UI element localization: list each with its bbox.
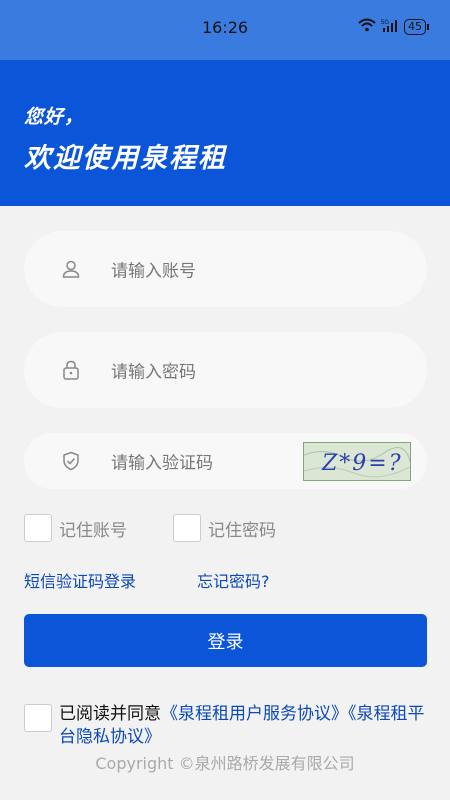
login-button[interactable]: 登录 [24, 614, 427, 667]
forgot-password-link[interactable]: 忘记密码? [197, 568, 270, 592]
header-banner: 您好， 欢迎使用泉程租 [0, 60, 450, 206]
remember-password-label: 记住密码 [208, 521, 276, 541]
sms-login-link[interactable]: 短信验证码登录 [24, 568, 136, 592]
remember-account-checkbox[interactable] [24, 514, 52, 542]
account-input-placeholder: 请输入账号 [111, 261, 196, 282]
captcha-field[interactable]: 请输入验证码 Z*9=? [24, 433, 427, 489]
battery-icon: 45 [404, 18, 429, 35]
copyright-footer: Copyright ©泉州路桥发展有限公司 [95, 754, 355, 773]
user-icon [61, 259, 81, 279]
agreement-checkbox[interactable] [24, 704, 52, 732]
shield-check-icon [61, 451, 81, 471]
greeting-text: 您好， [24, 106, 85, 128]
wifi-icon [358, 17, 376, 36]
welcome-title: 欢迎使用泉程租 [24, 143, 227, 174]
password-field[interactable]: 请输入密码 [24, 332, 427, 408]
captcha-input-placeholder: 请输入验证码 [111, 453, 213, 474]
password-input-placeholder: 请输入密码 [111, 362, 196, 383]
agreement-prefix: 已阅读并同意 [59, 704, 161, 724]
captcha-text: Z*9=? [321, 451, 403, 476]
signal-5g-icon: 5G [381, 17, 399, 36]
captcha-image[interactable]: Z*9=? [303, 442, 411, 481]
lock-icon [61, 360, 81, 380]
remember-password-checkbox[interactable] [173, 514, 201, 542]
account-field[interactable]: 请输入账号 [24, 231, 427, 307]
svg-text:5G: 5G [381, 20, 389, 26]
remember-account-label: 记住账号 [59, 521, 127, 541]
status-icons: 5G 45 [358, 17, 429, 36]
status-bar: 16:26 5G 45 [0, 0, 450, 60]
user-agreement-link[interactable]: 《泉程租用户服务协议》 [161, 704, 348, 724]
agreement-text: 已阅读并同意《泉程租用户服务协议》《泉程租平台隐私协议》 [59, 703, 429, 749]
